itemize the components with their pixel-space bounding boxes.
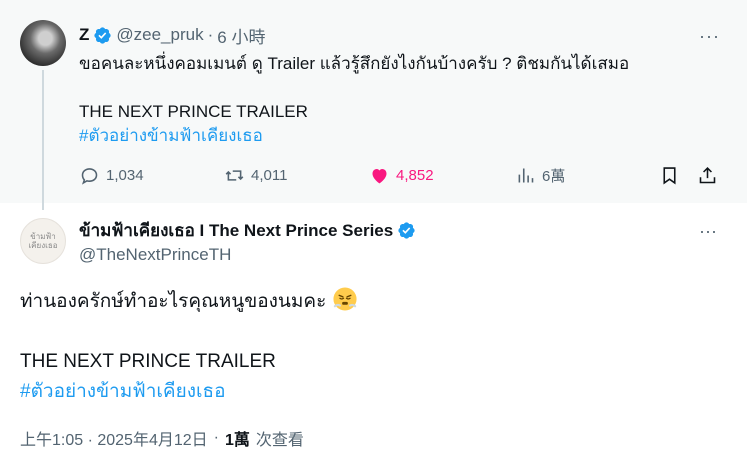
verified-badge-icon xyxy=(398,221,415,239)
author-name[interactable]: Z xyxy=(79,25,89,45)
separator: · xyxy=(207,25,214,44)
share-button[interactable] xyxy=(697,165,718,186)
like-button[interactable]: 4,852 xyxy=(369,165,434,186)
avatar-logo-text: ข้ามฟ้า เคียงเธอ xyxy=(28,232,58,250)
reply-count: 1,034 xyxy=(106,167,144,184)
hashtag-link[interactable]: #ตัวอย่างข้ามฟ้าเคียงเธอ xyxy=(20,377,720,407)
tweet-meta: 上午1:05 · 2025年4月12日 · 1萬 次查看 xyxy=(20,426,304,450)
author-handle[interactable]: @TheNextPrinceTH xyxy=(79,245,231,265)
author-name[interactable]: ข้ามฟ้าเคียงเธอ I The Next Prince Series xyxy=(79,217,393,244)
analytics-icon xyxy=(518,168,534,183)
repost-icon xyxy=(225,170,244,181)
tweet-text-line: THE NEXT PRINCE TRAILER xyxy=(20,351,276,372)
hashtag-link[interactable]: #ตัวอย่างข้ามฟ้าเคียงเธอ xyxy=(79,124,719,148)
reply-icon xyxy=(81,168,98,185)
more-options-icon[interactable]: ··· xyxy=(699,221,719,241)
thread-line xyxy=(42,70,44,210)
avatar[interactable]: ข้ามฟ้า เคียงเธอ xyxy=(20,218,66,264)
tweet-text: ท่านองครักษ์ทำอะไรคุณหนูของนมคะ THE NEXT… xyxy=(20,286,720,407)
tweet-timestamp[interactable]: 上午1:05 · 2025年4月12日 xyxy=(20,426,208,450)
bookmark-button[interactable] xyxy=(659,165,680,186)
share-icon xyxy=(699,166,716,184)
author-handle[interactable]: @zee_pruk xyxy=(116,25,203,45)
repost-button[interactable]: 4,011 xyxy=(224,165,287,186)
tweet-header: ข้ามฟ้าเคียงเธอ I The Next Prince Series xyxy=(79,219,416,241)
view-label: 次查看 xyxy=(255,432,304,449)
separator: · xyxy=(213,429,219,446)
tweet-header: Z @zee_pruk · 6 小時 xyxy=(79,23,265,48)
verified-badge-icon xyxy=(94,26,112,44)
view-count: 6萬 xyxy=(542,168,566,185)
action-bar: 1,034 4,011 4,852 6萬 xyxy=(79,165,719,189)
reply-button[interactable]: 1,034 xyxy=(79,165,144,186)
heart-filled-icon xyxy=(372,168,387,184)
avatar[interactable] xyxy=(20,20,66,66)
tweet-time[interactable]: 6 小時 xyxy=(217,23,265,48)
more-options-icon[interactable]: ··· xyxy=(699,26,719,46)
huffing-face-emoji-icon xyxy=(333,287,357,311)
views-button[interactable]: 6萬 xyxy=(515,165,565,186)
bookmark-icon xyxy=(663,167,676,185)
repost-count: 4,011 xyxy=(251,167,288,184)
like-count: 4,852 xyxy=(396,167,434,184)
view-count: 1萬 xyxy=(224,432,250,449)
tweet-text-line: ขอคนละหนึ่งคอมเมนต์ ดู Trailer แล้วรู้สึ… xyxy=(79,54,630,73)
reply-tweet[interactable]: Z @zee_pruk · 6 小時 ··· ขอคนละหนึ่งคอมเมน… xyxy=(0,0,747,210)
tweet-text-line: THE NEXT PRINCE TRAILER xyxy=(79,102,308,121)
tweet-text-line: ท่านองครักษ์ทำอะไรคุณหนูของนมคะ xyxy=(20,291,327,312)
tweet-text: ขอคนละหนึ่งคอมเมนต์ ดู Trailer แล้วรู้สึ… xyxy=(79,52,719,148)
